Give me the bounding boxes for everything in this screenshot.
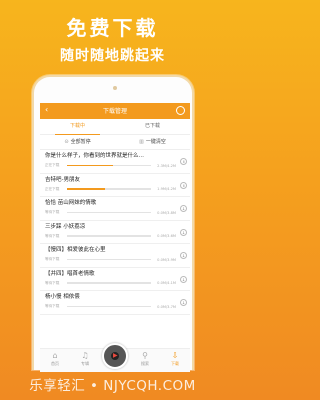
progress-bar	[67, 164, 151, 167]
download-icon[interactable]: ↓	[180, 252, 187, 259]
app-screen: ‹ 下载管理 下载中 已下载 ⊝ 全部暂停 ▥ 一键清空 你是什么样子，你看到的世界…	[40, 103, 190, 372]
nav-home[interactable]: ⌂ 首页	[40, 349, 70, 372]
progress-bar	[67, 282, 151, 284]
file-size: 0.0M/3.9M	[157, 257, 176, 262]
camera-icon	[113, 86, 117, 90]
file-size: 0.0M/3.6M	[157, 234, 176, 238]
file-size: 0.0M/4.1M	[157, 281, 176, 285]
list-item[interactable]: 吉特吧-男朋友 正在下载 1.9M/4.2M ॥	[40, 174, 190, 197]
download-status: 等待下载	[45, 280, 60, 285]
tab-downloaded[interactable]: 已下载	[115, 119, 190, 134]
nav-download[interactable]: ⇩ 下载	[160, 349, 190, 372]
song-title: 【并四】唱首老情歌	[45, 270, 95, 277]
pause-all-label: 全部暂停	[70, 139, 91, 145]
gear-icon[interactable]	[176, 106, 185, 115]
download-icon[interactable]: ↓	[180, 205, 187, 212]
file-size: 1.9M/4.2M	[157, 187, 176, 191]
trash-icon: ▥	[139, 139, 144, 145]
header-title: 下载管理	[102, 108, 127, 115]
list-item[interactable]: 三步踩 小妖荔凉 等待下载 0.0M/3.6M ↓	[40, 221, 190, 244]
tab-indicator	[55, 133, 100, 135]
tab-downloading[interactable]: 下载中	[40, 119, 115, 134]
download-status: 正在下载	[45, 163, 60, 167]
promo-subtitle: 随时随地跳起来	[60, 48, 165, 64]
header-bar: ‹ 下载管理	[40, 103, 190, 119]
song-title: 你是什么样子，你看到的世界就是什么…	[45, 153, 145, 159]
home-icon: ⌂	[52, 351, 58, 360]
nav-label: 下载	[171, 361, 179, 366]
download-icon[interactable]: ↓	[180, 228, 187, 236]
action-bar: ⊝ 全部暂停 ▥ 一键清空	[40, 135, 190, 150]
download-icon: ⇩	[171, 351, 179, 360]
nav-album[interactable]: ♫ 专辑	[70, 349, 100, 372]
progress-bar	[67, 188, 151, 190]
progress-bar	[67, 211, 151, 214]
download-list: 你是什么样子，你看到的世界就是什么… 正在下载 2.3M/4.2M ॥ 吉特吧-…	[40, 150, 190, 315]
list-item[interactable]: 【慢四】相爱彼此在心里 等待下载 0.0M/3.9M ↓	[40, 244, 190, 268]
play-icon: ▶	[113, 352, 118, 359]
file-size: 0.0M/3.7M	[157, 304, 176, 309]
song-title: 三步踩 小妖荔凉	[45, 223, 86, 230]
phone-frame: ‹ 下载管理 下载中 已下载 ⊝ 全部暂停 ▥ 一键清空 你是什么样子，你看到的世界…	[32, 75, 194, 372]
progress-bar	[67, 258, 151, 261]
promo-title: 免费下载	[66, 16, 159, 40]
download-status: 等待下载	[45, 233, 60, 238]
watermark: 乐享轻汇 • NJYCQH.COM	[29, 378, 196, 394]
list-item[interactable]: 【并四】唱首老情歌 等待下载 0.0M/4.1M ↓	[40, 268, 190, 291]
pause-icon: ⊝	[64, 139, 69, 145]
player-button[interactable]: ▶	[102, 343, 128, 369]
tab-bar: 下载中 已下载	[40, 119, 190, 135]
pause-all-button[interactable]: ⊝ 全部暂停	[40, 135, 115, 149]
file-size: 0.0M/3.8M	[157, 210, 176, 215]
download-status: 等待下载	[45, 210, 60, 214]
pause-icon[interactable]: ॥	[180, 181, 187, 189]
download-status: 等待下载	[45, 257, 60, 261]
download-icon[interactable]: ↓	[180, 275, 187, 283]
clear-all-button[interactable]: ▥ 一键清空	[115, 135, 190, 149]
nav-label: 专辑	[81, 361, 89, 366]
progress-bar	[67, 235, 151, 237]
download-icon[interactable]: ↓	[180, 299, 187, 306]
list-item[interactable]: 你是什么样子，你看到的世界就是什么… 正在下载 2.3M/4.2M ॥	[40, 150, 190, 174]
nav-label: 搜索	[141, 361, 149, 366]
clear-all-label: 一键清空	[145, 139, 166, 145]
nav-label: 首页	[51, 361, 59, 366]
download-status: 正在下载	[45, 186, 60, 191]
search-icon: ⚲	[142, 351, 148, 360]
file-size: 2.3M/4.2M	[157, 163, 176, 168]
progress-bar	[67, 305, 151, 308]
song-title: 杨小慢 相依偎	[45, 294, 80, 300]
music-icon: ♫	[81, 351, 89, 360]
pause-icon[interactable]: ॥	[180, 158, 187, 165]
song-title: 吉特吧-男朋友	[45, 176, 80, 183]
list-item[interactable]: 恰恰 苗山网妹的情歌 等待下载 0.0M/3.8M ↓	[40, 197, 190, 221]
list-item[interactable]: 杨小慢 相依偎 等待下载 0.0M/3.7M ↓	[40, 291, 190, 315]
song-title: 【慢四】相爱彼此在心里	[45, 247, 106, 253]
nav-search[interactable]: ⚲ 搜索	[130, 349, 160, 372]
song-title: 恰恰 苗山网妹的情歌	[45, 200, 97, 206]
download-status: 等待下载	[45, 304, 60, 308]
